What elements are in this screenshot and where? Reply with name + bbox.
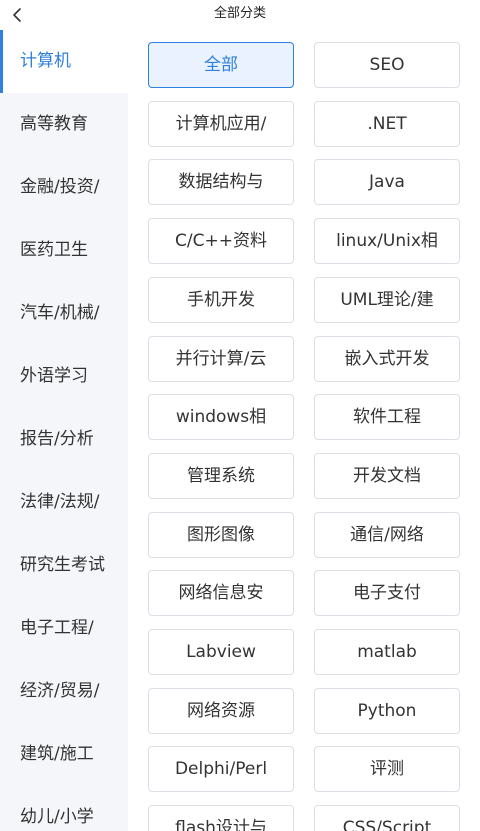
sidebar-item[interactable]: 汽车/机械/ — [0, 282, 128, 345]
sidebar-item[interactable]: 医药卫生 — [0, 219, 128, 282]
category-button[interactable]: 软件工程 — [314, 394, 460, 440]
category-button[interactable]: 开发文档 — [314, 453, 460, 499]
category-button[interactable]: 网络资源 — [148, 688, 294, 734]
page-title: 全部分类 — [213, 6, 266, 21]
category-button[interactable]: 电子支付 — [314, 570, 460, 616]
category-button[interactable]: 数据结构与 — [148, 159, 294, 205]
sidebar-item[interactable]: 报告/分析 — [0, 408, 128, 471]
sidebar-item[interactable]: 幼儿/小学 — [0, 786, 128, 831]
category-button[interactable]: 通信/网络 — [314, 512, 460, 558]
category-button[interactable]: 嵌入式开发 — [314, 336, 460, 382]
sidebar-item[interactable]: 外语学习 — [0, 345, 128, 408]
category-button[interactable]: 管理系统 — [148, 453, 294, 499]
category-button[interactable]: 全部 — [148, 42, 294, 88]
category-button[interactable]: flash设计与 — [148, 805, 294, 831]
sidebar-item[interactable]: 电子工程/ — [0, 597, 128, 660]
category-button[interactable]: C/C++资料 — [148, 218, 294, 264]
category-button[interactable]: CSS/Script — [314, 805, 460, 831]
category-button[interactable]: 评测 — [314, 746, 460, 792]
category-button[interactable]: matlab — [314, 629, 460, 675]
category-button[interactable]: SEO — [314, 42, 460, 88]
subcategory-grid: 全部 SEO 计算机应用/ .NET 数据结构与 Java C/C++资料 linux/Uni… — [128, 30, 480, 831]
category-button[interactable]: 并行计算/云 — [148, 336, 294, 382]
sidebar-item[interactable]: 计算机 — [0, 30, 128, 93]
sidebar-item[interactable]: 建筑/施工 — [0, 723, 128, 786]
sidebar-item[interactable]: 法律/法规/ — [0, 471, 128, 534]
category-button[interactable]: 图形图像 — [148, 512, 294, 558]
category-button[interactable]: UML理论/建 — [314, 277, 460, 323]
category-button[interactable]: 计算机应用/ — [148, 101, 294, 147]
category-button[interactable]: Labview — [148, 629, 294, 675]
sidebar-item[interactable]: 高等教育 — [0, 93, 128, 156]
category-button[interactable]: 网络信息安 — [148, 570, 294, 616]
sidebar-item[interactable]: 经济/贸易/ — [0, 660, 128, 723]
category-button[interactable]: Java — [314, 159, 460, 205]
category-button[interactable]: Python — [314, 688, 460, 734]
category-button[interactable]: 手机开发 — [148, 277, 294, 323]
category-button[interactable]: Delphi/Perl — [148, 746, 294, 792]
top-bar: 全部分类 — [0, 0, 480, 30]
category-sidebar: 计算机 高等教育 金融/投资/医药卫生 汽车/机械/外语学习 报告/分析 法律/法规/研究… — [0, 30, 128, 831]
category-button[interactable]: linux/Unix相 — [314, 218, 460, 264]
category-button[interactable]: .NET — [314, 101, 460, 147]
sidebar-item[interactable]: 金融/投资/ — [0, 156, 128, 219]
category-button[interactable]: windows相 — [148, 394, 294, 440]
sidebar-item[interactable]: 研究生考试 — [0, 534, 128, 597]
